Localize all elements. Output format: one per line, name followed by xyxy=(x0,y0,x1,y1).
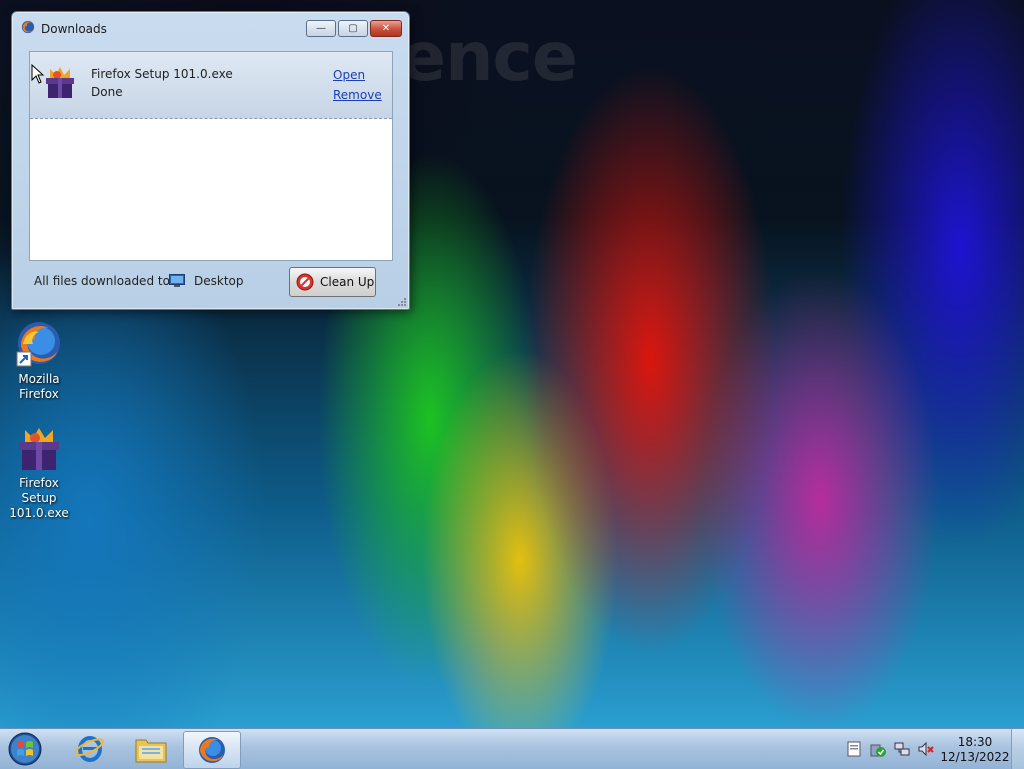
remove-link[interactable]: Remove xyxy=(333,88,382,102)
start-button-icon[interactable] xyxy=(6,731,44,767)
window-title: Downloads xyxy=(41,22,107,36)
firefox-installer-icon xyxy=(46,67,74,98)
firefox-installer-icon xyxy=(19,428,59,470)
maximize-button[interactable]: ▢ xyxy=(338,20,368,37)
taskbar-windows-explorer[interactable] xyxy=(123,731,179,767)
desktop-icon-label: Firefox Setup xyxy=(19,476,59,505)
firefox-icon xyxy=(199,737,225,763)
clock-date: 12/13/2022 xyxy=(940,750,1010,764)
taskbar-internet-explorer[interactable] xyxy=(62,731,118,767)
taskbar: 18:30 12/13/2022 xyxy=(0,728,1024,769)
title-bar[interactable]: Downloads — ▢ ✕ xyxy=(12,12,409,40)
desktop-icon-label: 101.0.exe xyxy=(9,506,69,520)
desktop-icon-firefox[interactable]: Mozilla Firefox xyxy=(3,320,75,402)
desktop-icon-label: Firefox xyxy=(19,387,59,401)
download-location-label: All files downloaded to: xyxy=(34,274,174,288)
show-desktop-button[interactable] xyxy=(1011,729,1024,769)
clean-up-button[interactable]: Clean Up xyxy=(289,267,376,297)
clean-up-icon xyxy=(296,273,314,291)
download-folder-name[interactable]: Desktop xyxy=(194,274,244,288)
security-shield-icon[interactable] xyxy=(870,741,886,757)
volume-muted-icon[interactable] xyxy=(918,741,934,757)
action-center-icon[interactable] xyxy=(846,741,862,757)
minimize-button[interactable]: — xyxy=(306,20,336,37)
close-button[interactable]: ✕ xyxy=(370,20,402,37)
firefox-icon xyxy=(16,322,60,367)
download-filename: Firefox Setup 101.0.exe xyxy=(91,67,233,81)
downloads-list[interactable]: Firefox Setup 101.0.exe Done Open Remove xyxy=(29,51,393,261)
clock-time: 18:30 xyxy=(957,735,993,749)
mouse-cursor-icon xyxy=(31,64,45,84)
download-item[interactable]: Firefox Setup 101.0.exe Done Open Remove xyxy=(30,52,392,119)
network-icon[interactable] xyxy=(894,741,910,757)
resize-grip-icon[interactable] xyxy=(398,298,406,306)
open-link[interactable]: Open xyxy=(333,68,365,82)
clean-up-label: Clean Up xyxy=(320,275,375,289)
desktop-icon-label: Mozilla xyxy=(18,372,60,386)
internet-explorer-icon xyxy=(75,736,104,762)
desktop-folder-icon xyxy=(169,274,185,287)
firefox-icon xyxy=(21,20,35,34)
desktop-icon-firefox-setup[interactable]: Firefox Setup 101.0.exe xyxy=(3,424,75,521)
folder-icon xyxy=(135,739,167,763)
wallpaper-text: ence xyxy=(400,18,578,97)
taskbar-firefox[interactable] xyxy=(183,731,241,769)
download-status: Done xyxy=(91,85,123,99)
system-clock[interactable]: 18:30 12/13/2022 xyxy=(940,735,1010,765)
downloads-window: Downloads — ▢ ✕ Firefox Setup 101.0.exe … xyxy=(11,11,410,310)
